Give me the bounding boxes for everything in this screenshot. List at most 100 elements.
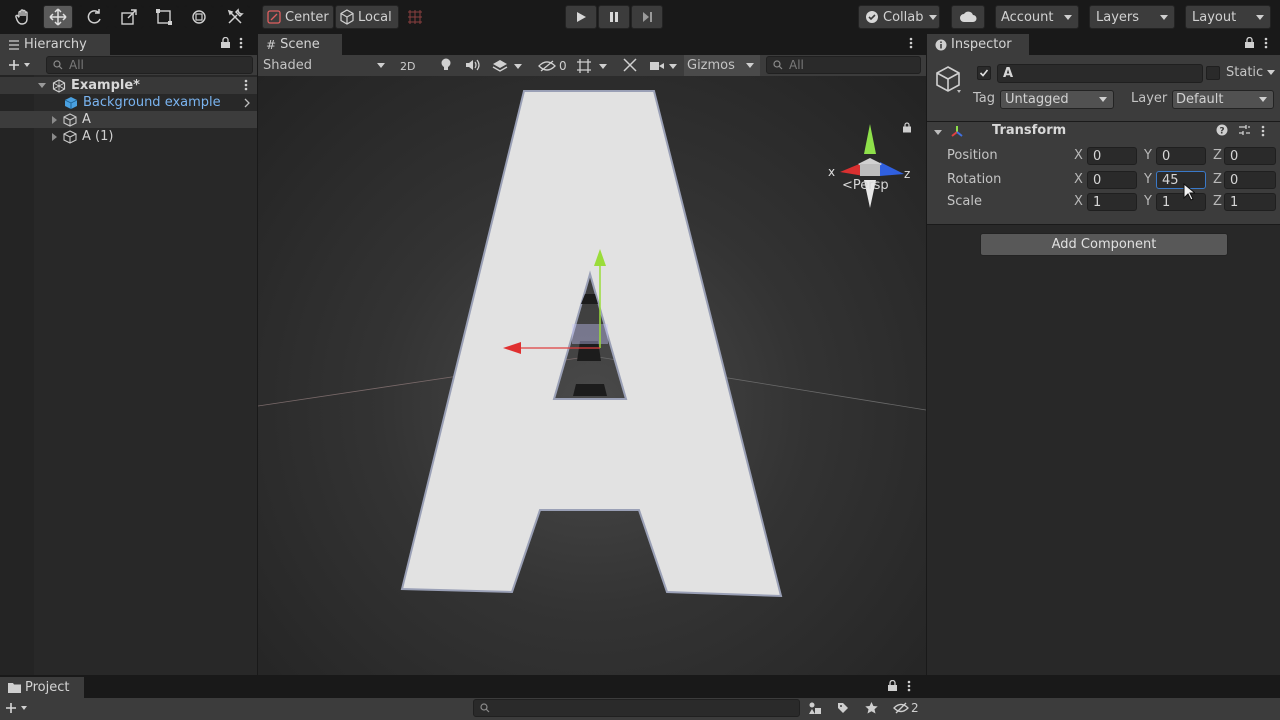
gizmos-label: Gizmos (687, 58, 735, 73)
create-button[interactable] (5, 57, 33, 73)
scene-visibility-toggle[interactable]: 0 (538, 57, 568, 75)
more-options-icon[interactable] (236, 36, 246, 50)
more-options-icon[interactable] (907, 680, 911, 692)
rotation-x-field[interactable]: 0 (1087, 171, 1137, 189)
hierarchy-search-input[interactable]: All (46, 56, 253, 74)
mouse-cursor-icon (1183, 183, 1195, 201)
rotation-label: Rotation (947, 172, 1002, 187)
layer-dropdown[interactable]: Default (1172, 90, 1274, 109)
layout-dropdown[interactable]: Layout (1185, 5, 1271, 29)
cube-icon (936, 66, 961, 93)
lock-icon[interactable] (887, 680, 898, 692)
step-button[interactable] (631, 5, 663, 29)
pivot-space-button[interactable]: Local (335, 5, 399, 29)
mode-2d-toggle[interactable]: 2D (400, 58, 420, 74)
help-icon[interactable]: ? (1216, 124, 1228, 136)
position-y-field[interactable]: 0 (1156, 147, 1206, 165)
pivot-center-button[interactable]: Center (262, 5, 334, 29)
chevron-down-icon (1259, 97, 1267, 102)
project-panel: Project 2 (0, 676, 1280, 720)
lock-icon[interactable] (1243, 36, 1255, 50)
rect-tool-button[interactable] (149, 5, 179, 29)
add-component-button[interactable]: Add Component (980, 233, 1228, 256)
rotation-y-field[interactable]: 45 (1156, 171, 1206, 189)
perspective-toggle[interactable]: <Persp (842, 178, 889, 193)
chevron-right-icon[interactable] (52, 132, 57, 141)
rotation-z-field[interactable]: 0 (1224, 171, 1276, 189)
filter-label-icon[interactable] (837, 702, 849, 714)
axis-y-label: Y (1144, 148, 1152, 163)
tab-scene[interactable]: # Scene (258, 34, 342, 55)
collab-button[interactable]: Collab (858, 5, 940, 29)
cloud-icon (960, 11, 977, 22)
cloud-button[interactable] (951, 5, 985, 29)
speaker-icon (466, 59, 480, 71)
static-checkbox[interactable] (1206, 66, 1220, 80)
audio-toggle[interactable] (465, 58, 481, 72)
lighting-toggle[interactable] (440, 57, 454, 73)
custom-tool-button[interactable] (220, 5, 250, 29)
transform-icon (192, 10, 206, 24)
tab-project[interactable]: Project (0, 677, 84, 698)
position-label: Position (947, 148, 998, 163)
tree-item-prefab[interactable]: Background example (0, 94, 257, 111)
axis-z-label: Z (1213, 172, 1222, 187)
search-icon (480, 703, 490, 713)
play-button[interactable] (565, 5, 597, 29)
static-dropdown[interactable]: Static (1226, 65, 1276, 80)
scale-tool-button[interactable] (114, 5, 144, 29)
chevron-right-icon[interactable] (52, 115, 57, 124)
filter-type-icon[interactable] (808, 702, 822, 714)
camera-dropdown[interactable] (650, 57, 680, 75)
pause-button[interactable] (598, 5, 630, 29)
more-options-icon[interactable] (1261, 125, 1265, 137)
scale-z-field[interactable]: 1 (1224, 193, 1276, 211)
grid-dropdown[interactable] (576, 57, 616, 75)
scene-search-input[interactable]: All (766, 56, 921, 74)
layers-dropdown[interactable]: Layers (1089, 5, 1175, 29)
preset-icon[interactable] (1238, 124, 1251, 136)
project-search-input[interactable] (473, 699, 800, 717)
hidden-count: 2 (911, 701, 919, 715)
hand-tool-button[interactable] (9, 5, 37, 29)
shading-mode-dropdown[interactable]: Shaded (258, 55, 390, 76)
create-button[interactable] (5, 702, 27, 714)
play-icon (577, 12, 586, 22)
move-tool-button[interactable] (43, 5, 73, 29)
chevron-down-icon[interactable] (38, 83, 46, 88)
scene-viewport[interactable]: x z <Persp (258, 76, 926, 675)
static-label: Static (1226, 65, 1264, 80)
grid-snap-button[interactable] (406, 8, 426, 26)
lock-icon[interactable] (902, 122, 912, 137)
active-checkbox[interactable] (977, 66, 991, 80)
svg-text:?: ? (1219, 127, 1224, 137)
scene-tools-button[interactable] (622, 57, 638, 73)
scale-label: Scale (947, 194, 982, 209)
tree-item-a[interactable]: A (0, 111, 257, 128)
tab-hierarchy[interactable]: Hierarchy (0, 34, 110, 55)
account-dropdown[interactable]: Account (995, 5, 1079, 29)
chevron-down-icon[interactable] (934, 130, 942, 135)
tree-item-scene[interactable]: Example* (0, 77, 257, 94)
position-x-field[interactable]: 0 (1087, 147, 1137, 165)
more-options-icon[interactable] (244, 79, 248, 95)
position-z-field[interactable]: 0 (1224, 147, 1276, 165)
scale-y-field[interactable]: 1 (1156, 193, 1206, 211)
lock-icon[interactable] (219, 36, 231, 50)
chevron-right-icon[interactable] (244, 97, 250, 112)
more-options-icon[interactable] (906, 36, 916, 50)
tag-dropdown[interactable]: Untagged (1000, 90, 1114, 109)
hidden-packages-toggle[interactable]: 2 (893, 701, 919, 715)
more-options-icon[interactable] (1261, 36, 1271, 50)
tree-item-a-1[interactable]: A (1) (0, 128, 257, 145)
gizmos-dropdown[interactable]: Gizmos (684, 55, 760, 76)
rotate-tool-button[interactable] (79, 5, 109, 29)
favorite-star-icon[interactable] (865, 702, 878, 714)
transform-tool-button[interactable] (184, 5, 214, 29)
effects-dropdown[interactable] (492, 58, 528, 74)
tools-icon (623, 58, 637, 72)
tab-inspector[interactable]: Inspector (927, 34, 1029, 55)
object-name-field[interactable]: A (997, 64, 1203, 83)
grid-icon (577, 59, 591, 73)
scale-x-field[interactable]: 1 (1087, 193, 1137, 211)
